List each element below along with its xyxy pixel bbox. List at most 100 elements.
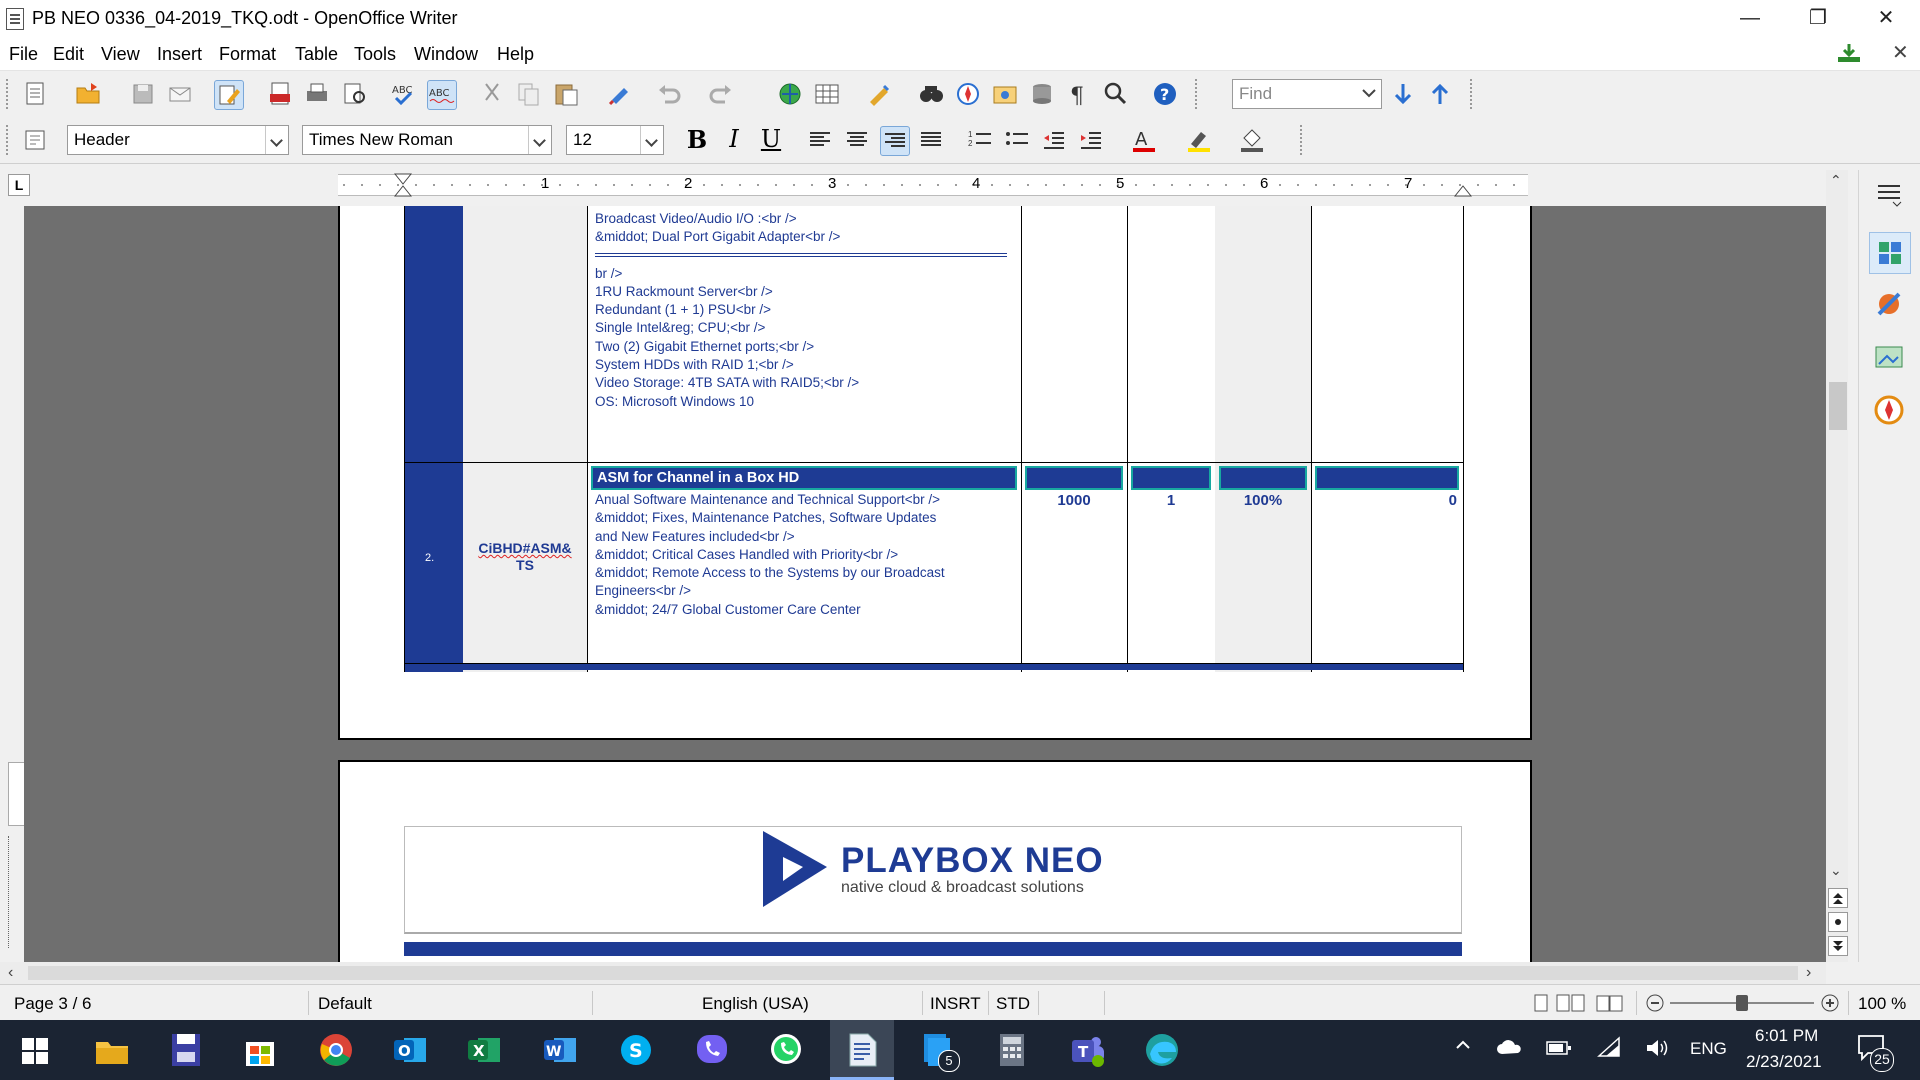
menu-window[interactable]: Window — [414, 44, 478, 65]
menu-format[interactable]: Format — [219, 44, 276, 65]
show-draw-functions-icon[interactable] — [866, 80, 894, 108]
input-language[interactable]: ENG — [1690, 1039, 1727, 1059]
left-indent-marker[interactable] — [393, 173, 413, 202]
paste-icon[interactable] — [552, 80, 580, 108]
zoom-icon[interactable] — [1102, 80, 1130, 108]
help-icon[interactable]: ? — [1151, 80, 1179, 108]
font-color-icon[interactable]: A — [1130, 126, 1158, 154]
outlook-icon[interactable]: O — [390, 1030, 430, 1070]
zoom-out-icon[interactable] — [1645, 993, 1665, 1013]
increase-indent-icon[interactable] — [1077, 126, 1105, 154]
copy-icon[interactable] — [515, 80, 543, 108]
vertical-ruler[interactable] — [0, 206, 30, 962]
clock-time[interactable]: 6:01 PM — [1755, 1026, 1818, 1046]
find-next-icon[interactable] — [1389, 80, 1417, 108]
chrome-icon[interactable] — [316, 1030, 356, 1070]
volume-icon[interactable] — [1644, 1036, 1670, 1065]
scroll-thumb[interactable] — [1829, 382, 1847, 430]
hscroll-thumb[interactable] — [28, 966, 1798, 980]
whatsapp-icon[interactable] — [766, 1030, 806, 1070]
formatting-toolbar-grip[interactable] — [6, 125, 12, 155]
clock-date[interactable]: 2/23/2021 — [1746, 1052, 1822, 1072]
formatting-overflow-grip[interactable] — [1300, 125, 1306, 155]
insert-table-icon[interactable] — [813, 80, 841, 108]
menu-view[interactable]: View — [101, 44, 140, 65]
toolbar-overflow-grip[interactable] — [1195, 79, 1201, 109]
next-page-icon[interactable] — [1828, 936, 1848, 956]
print-icon[interactable] — [303, 80, 331, 108]
underline-button[interactable]: U — [757, 125, 785, 153]
teams-icon[interactable]: T — [1068, 1030, 1108, 1070]
properties-icon[interactable] — [1869, 232, 1911, 274]
scroll-up-icon[interactable]: ⌃ — [1830, 172, 1842, 189]
hyperlink-icon[interactable] — [776, 80, 804, 108]
single-page-view-icon[interactable] — [1533, 994, 1549, 1017]
close-document-icon[interactable]: ✕ — [1892, 40, 1909, 65]
onedrive-icon[interactable] — [1496, 1038, 1524, 1063]
highlighting-icon[interactable] — [1185, 126, 1213, 154]
insert-mode[interactable]: INSRT — [930, 994, 981, 1014]
gallery-panel-icon[interactable] — [1871, 338, 1907, 379]
page-style[interactable]: Default — [318, 994, 372, 1014]
edge-icon[interactable] — [1142, 1030, 1182, 1070]
horizontal-scrollbar[interactable]: ‹ › — [0, 962, 1826, 984]
openoffice-writer-taskbar-item[interactable] — [830, 1020, 894, 1080]
excel-icon[interactable]: X — [464, 1030, 504, 1070]
align-left-icon[interactable] — [806, 126, 834, 154]
data-sources-icon[interactable] — [1028, 80, 1056, 108]
viber-icon[interactable] — [692, 1030, 732, 1070]
background-color-icon[interactable] — [1238, 126, 1266, 154]
navigator-panel-icon[interactable] — [1871, 392, 1907, 433]
save-app-icon[interactable] — [166, 1030, 206, 1070]
wifi-icon[interactable] — [1596, 1036, 1622, 1065]
zoom-slider-thumb[interactable] — [1736, 995, 1748, 1011]
clone-formatting-icon[interactable] — [606, 80, 634, 108]
bullets-icon[interactable] — [1003, 126, 1031, 154]
find-previous-icon[interactable] — [1426, 80, 1454, 108]
find-replace-icon[interactable] — [917, 80, 945, 108]
find-toolbar-grip[interactable] — [1470, 79, 1476, 109]
nonprinting-characters-icon[interactable]: ¶ — [1065, 80, 1093, 109]
italic-button[interactable]: I — [720, 125, 748, 153]
minimize-button[interactable]: — — [1716, 0, 1784, 36]
close-window-button[interactable]: ✕ — [1852, 0, 1920, 36]
navigator-icon[interactable] — [954, 80, 982, 108]
paragraph-style-select[interactable]: Header — [67, 125, 289, 155]
save-icon[interactable] — [129, 80, 157, 108]
menu-edit[interactable]: Edit — [53, 44, 84, 65]
justify-icon[interactable] — [917, 126, 945, 154]
show-hidden-icons[interactable] — [1454, 1036, 1472, 1059]
menu-table[interactable]: Table — [295, 44, 338, 65]
undo-icon[interactable] — [655, 80, 683, 108]
word-icon[interactable]: W — [540, 1030, 580, 1070]
previous-page-icon[interactable] — [1828, 888, 1848, 908]
multi-page-view-icon[interactable] — [1556, 994, 1586, 1017]
zoom-level[interactable]: 100 % — [1858, 994, 1906, 1014]
scroll-left-icon[interactable]: ‹ — [8, 964, 13, 982]
scroll-right-icon[interactable]: › — [1806, 964, 1811, 982]
microsoft-store-icon[interactable] — [240, 1030, 280, 1070]
document-language[interactable]: English (USA) — [702, 994, 809, 1014]
file-explorer-icon[interactable] — [92, 1030, 132, 1070]
edit-mode-icon[interactable] — [214, 80, 244, 110]
gallery-icon[interactable] — [991, 80, 1019, 108]
zoom-in-icon[interactable] — [1820, 993, 1840, 1013]
bold-button[interactable]: B — [683, 125, 711, 154]
selection-mode[interactable]: STD — [996, 994, 1030, 1014]
email-icon[interactable] — [166, 80, 194, 108]
export-pdf-icon[interactable] — [266, 80, 294, 108]
book-view-icon[interactable] — [1596, 994, 1624, 1017]
print-preview-icon[interactable] — [341, 80, 369, 108]
file-manager-icon[interactable]: 5 — [918, 1030, 960, 1072]
spellcheck-icon[interactable]: ABC — [390, 80, 418, 108]
calculator-icon[interactable] — [992, 1030, 1032, 1070]
new-document-icon[interactable] — [22, 80, 50, 108]
navigation-dot-icon[interactable] — [1828, 912, 1848, 932]
download-update-icon[interactable] — [1836, 42, 1862, 64]
align-right-icon[interactable] — [880, 126, 910, 156]
font-name-select[interactable]: Times New Roman — [302, 125, 552, 155]
menu-file[interactable]: File — [9, 44, 38, 65]
align-center-icon[interactable] — [843, 126, 871, 154]
decrease-indent-icon[interactable] — [1040, 126, 1068, 154]
styles-formatting-icon[interactable] — [22, 126, 50, 154]
